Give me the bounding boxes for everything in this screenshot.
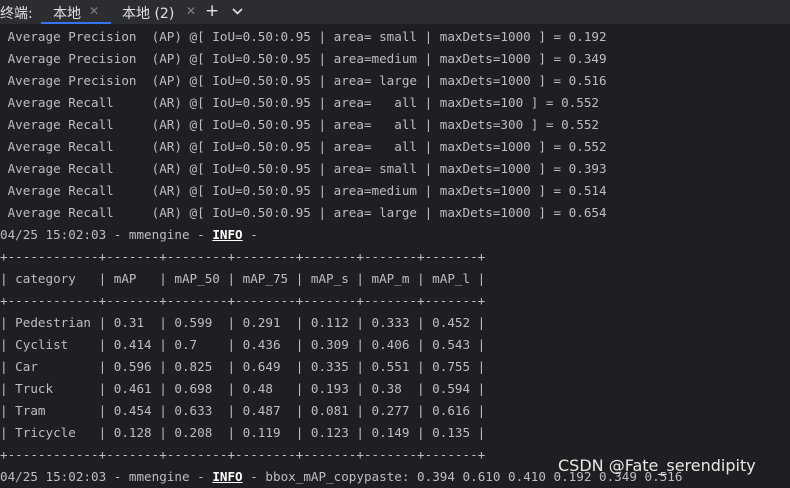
ap-small-line: Average Precision (AP) @[ IoU=0.50:0.95 … — [0, 29, 607, 44]
log-prefix: 04/25 15:02:03 - mmengine - — [0, 469, 213, 484]
table-border: +------------+-------+--------+--------+… — [0, 293, 486, 308]
ap-large-line: Average Precision (AP) @[ IoU=0.50:0.95 … — [0, 73, 607, 88]
log-line: 04/25 15:02:03 - mmengine - INFO - — [0, 224, 258, 246]
watermark: CSDN @Fate_serendipity — [558, 456, 756, 475]
table-row: | Cyclist | 0.414 | 0.7 | 0.436 | 0.309 … — [0, 337, 486, 352]
ap-medium-line: Average Precision (AP) @[ IoU=0.50:0.95 … — [0, 51, 607, 66]
tab-local-label: 本地 — [53, 6, 81, 22]
close-icon[interactable]: ✕ — [89, 4, 99, 18]
ar-medium-line: Average Recall (AR) @[ IoU=0.50:0.95 | a… — [0, 183, 607, 198]
log-prefix: 04/25 15:02:03 - mmengine - — [0, 227, 213, 242]
log-level-link[interactable]: INFO — [212, 469, 242, 484]
table-row: | Pedestrian | 0.31 | 0.599 | 0.291 | 0.… — [0, 315, 486, 330]
table-header: | category | mAP | mAP_50 | mAP_75 | mAP… — [0, 271, 486, 286]
close-icon[interactable]: ✕ — [186, 4, 196, 18]
ar-small-line: Average Recall (AR) @[ IoU=0.50:0.95 | a… — [0, 161, 607, 176]
plus-icon[interactable]: + — [205, 1, 219, 21]
ar-all-1000-line: Average Recall (AR) @[ IoU=0.50:0.95 | a… — [0, 139, 607, 154]
table-row: | Tricycle | 0.128 | 0.208 | 0.119 | 0.1… — [0, 425, 486, 440]
table-row: | Tram | 0.454 | 0.633 | 0.487 | 0.081 |… — [0, 403, 486, 418]
ar-large-line: Average Recall (AR) @[ IoU=0.50:0.95 | a… — [0, 205, 607, 220]
tab-local-2-label: 本地 (2) — [122, 6, 175, 22]
table-border: +------------+-------+--------+--------+… — [0, 447, 486, 462]
tab-local-2[interactable]: 本地 (2) ✕ — [110, 0, 202, 24]
chevron-down-icon[interactable] — [231, 3, 244, 23]
tab-local[interactable]: 本地 ✕ — [41, 0, 111, 24]
table-border: +------------+-------+--------+--------+… — [0, 249, 486, 264]
log-level-link[interactable]: INFO — [212, 227, 242, 242]
ar-all-300-line: Average Recall (AR) @[ IoU=0.50:0.95 | a… — [0, 117, 599, 132]
terminal-label: 终端: — [0, 6, 33, 22]
terminal-tab-bar: 终端: 本地 ✕ 本地 (2) ✕ + — [0, 0, 790, 25]
log-suffix: - — [242, 227, 258, 242]
ar-all-100-line: Average Recall (AR) @[ IoU=0.50:0.95 | a… — [0, 95, 599, 110]
terminal-output[interactable]: Average Precision (AP) @[ IoU=0.50:0.95 … — [0, 25, 790, 488]
table-row: | Car | 0.596 | 0.825 | 0.649 | 0.335 | … — [0, 359, 486, 374]
table-row: | Truck | 0.461 | 0.698 | 0.48 | 0.193 |… — [0, 381, 486, 396]
